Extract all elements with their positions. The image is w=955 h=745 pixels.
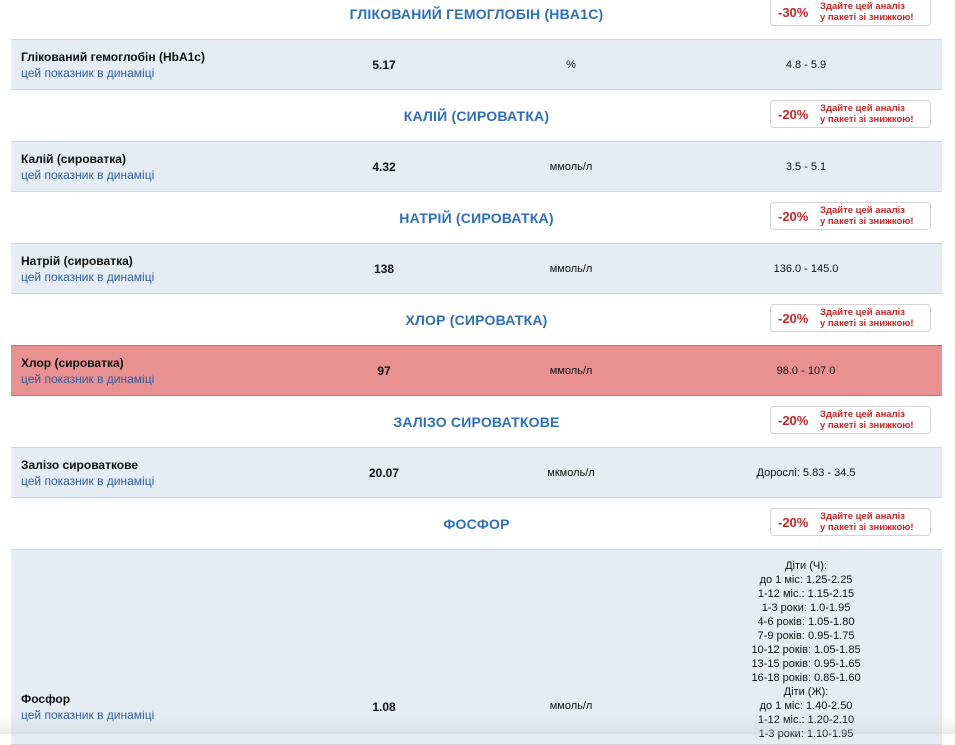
section-header-hba1c: ГЛІКОВАНИЙ ГЕМОГЛОБІН (HBA1C) -30% Здайт… xyxy=(11,0,942,39)
result-row-hba1c: Глікований гемоглобін (HbA1c) цей показн… xyxy=(11,39,942,90)
discount-text-line2: у пакеті зі знижкою! xyxy=(820,522,914,533)
result-unit: % xyxy=(566,58,576,71)
discount-percent: -20% xyxy=(778,208,809,224)
dynamics-link[interactable]: цей показник в динаміці xyxy=(21,371,154,387)
discount-text-line2: у пакеті зі знижкою! xyxy=(820,318,914,329)
result-row-iron: Залізо сироваткове цей показник в динамі… xyxy=(11,447,942,498)
discount-percent: -30% xyxy=(778,4,809,20)
reference-range: 136.0 - 145.0 xyxy=(773,262,839,275)
discount-text-line1: Здайте цей аналіз xyxy=(820,307,905,318)
reference-line: 1-12 міс.: 1.20-2.10 xyxy=(757,714,855,726)
reference-line: до 1 міс: 1.25-2.25 xyxy=(759,574,853,586)
result-row-phosphorus: Фосфор цей показник в динаміці 1.08 ммол… xyxy=(11,549,942,745)
result-unit: ммоль/л xyxy=(549,160,593,173)
section-header-potassium: КАЛІЙ (СИРОВАТКА) -20% Здайте цей аналіз… xyxy=(11,90,942,141)
section-header-phosphorus: ФОСФОР -20% Здайте цей аналіз у пакеті зі… xyxy=(11,498,942,549)
test-name-block: Залізо сироваткове цей показник в динамі… xyxy=(21,457,154,489)
discount-text-line2: у пакеті зі знижкою! xyxy=(820,420,914,431)
package-discount-badge[interactable]: -30% Здайте цей аналіз у пакеті зі знижко… xyxy=(770,0,931,26)
reference-range: 4.8 - 5.9 xyxy=(785,58,827,71)
discount-text: Здайте цей аналіз у пакеті зі знижкою! xyxy=(820,511,914,533)
section-header-iron: ЗАЛІЗО СИРОВАТКОВЕ -20% Здайте цей аналі… xyxy=(11,396,942,447)
discount-percent: -20% xyxy=(778,106,809,122)
reference-line: 1-3 роки: 1.0-1.95 xyxy=(761,602,851,614)
reference-line: Діти (Ж): xyxy=(783,686,829,698)
reference-line: 16-18 років: 0.85-1.60 xyxy=(751,672,861,684)
discount-text-line1: Здайте цей аналіз xyxy=(820,511,905,522)
reference-range-list: Діти (Ч): до 1 міс: 1.25-2.25 1-12 міс.:… xyxy=(731,559,881,741)
reference-line: Діти (Ч): xyxy=(785,560,827,572)
reference-line: 1-3 роки: 1.10-1.95 xyxy=(758,728,854,740)
dynamics-link[interactable]: цей показник в динаміці xyxy=(21,65,205,81)
result-value: 20.07 xyxy=(368,465,400,480)
result-row-potassium: Калій (сироватка) цей показник в динаміц… xyxy=(11,141,942,192)
test-name-block: Глікований гемоглобін (HbA1c) цей показн… xyxy=(21,49,205,81)
result-value: 5.17 xyxy=(372,57,396,72)
package-discount-badge[interactable]: -20% Здайте цей аналіз у пакеті зі знижко… xyxy=(770,100,931,128)
discount-percent: -20% xyxy=(778,412,809,428)
test-name: Хлор (сироватка) xyxy=(21,356,124,370)
discount-text-line1: Здайте цей аналіз xyxy=(820,1,905,12)
test-name: Залізо сироваткове xyxy=(21,458,139,472)
dynamics-link[interactable]: цей показник в динаміці xyxy=(21,269,154,285)
test-name: Фосфор xyxy=(21,692,71,706)
package-discount-badge[interactable]: -20% Здайте цей аналіз у пакеті зі знижко… xyxy=(770,508,931,536)
result-unit: ммоль/л xyxy=(549,262,593,275)
reference-line: до 1 міс: 1.40-2.50 xyxy=(759,700,853,712)
reference-range: 98.0 - 107.0 xyxy=(776,364,836,377)
reference-range: 3.5 - 5.1 xyxy=(785,160,827,173)
result-value: 138 xyxy=(373,261,395,276)
result-unit: ммоль/л xyxy=(549,700,593,712)
discount-text-line1: Здайте цей аналіз xyxy=(820,205,905,216)
reference-line: 10-12 років: 1.05-1.85 xyxy=(751,644,861,656)
dynamics-link[interactable]: цей показник в динаміці xyxy=(21,167,154,183)
package-discount-badge[interactable]: -20% Здайте цей аналіз у пакеті зі знижко… xyxy=(770,406,931,434)
section-header-sodium: НАТРІЙ (СИРОВАТКА) -20% Здайте цей аналі… xyxy=(11,192,942,243)
reference-line: 7-9 років: 0.95-1.75 xyxy=(757,630,855,642)
discount-percent: -20% xyxy=(778,310,809,326)
result-unit: ммоль/л xyxy=(549,364,593,377)
test-name-block: Натрій (сироватка) цей показник в динамі… xyxy=(21,253,154,285)
section-header-chloride: ХЛОР (СИРОВАТКА) -20% Здайте цей аналіз у… xyxy=(11,294,942,345)
discount-text: Здайте цей аналіз у пакеті зі знижкою! xyxy=(820,103,914,125)
reference-line: 1-12 міс.: 1.15-2.15 xyxy=(757,588,855,600)
discount-text-line2: у пакеті зі знижкою! xyxy=(820,216,914,227)
discount-text: Здайте цей аналіз у пакеті зі знижкою! xyxy=(820,1,914,23)
reference-range: Дорослі: 5.83 - 34.5 xyxy=(756,466,856,479)
result-value: 97 xyxy=(377,363,391,378)
test-name-block: Хлор (сироватка) цей показник в динаміці xyxy=(21,355,154,387)
test-name: Натрій (сироватка) xyxy=(21,254,133,268)
discount-text-line2: у пакеті зі знижкою! xyxy=(820,114,914,125)
package-discount-badge[interactable]: -20% Здайте цей аналіз у пакеті зі знижко… xyxy=(770,202,931,230)
test-name: Калій (сироватка) xyxy=(21,152,126,166)
dynamics-link[interactable]: цей показник в динаміці xyxy=(21,707,154,723)
results-table: ГЛІКОВАНИЙ ГЕМОГЛОБІН (HBA1C) -30% Здайт… xyxy=(11,0,942,745)
discount-text-line1: Здайте цей аналіз xyxy=(820,409,905,420)
result-row-chloride: Хлор (сироватка) цей показник в динаміці… xyxy=(11,345,942,396)
discount-text: Здайте цей аналіз у пакеті зі знижкою! xyxy=(820,307,914,329)
test-name: Глікований гемоглобін (HbA1c) xyxy=(21,50,205,64)
discount-text-line1: Здайте цей аналіз xyxy=(820,103,905,114)
result-row-sodium: Натрій (сироватка) цей показник в динамі… xyxy=(11,243,942,294)
result-value: 4.32 xyxy=(372,159,396,174)
test-name-block: Калій (сироватка) цей показник в динаміц… xyxy=(21,151,154,183)
discount-text: Здайте цей аналіз у пакеті зі знижкою! xyxy=(820,409,914,431)
result-value: 1.08 xyxy=(372,700,396,714)
result-unit: мкмоль/л xyxy=(547,466,595,479)
dynamics-link[interactable]: цей показник в динаміці xyxy=(21,473,154,489)
reference-line: 13-15 років: 0.95-1.65 xyxy=(751,658,861,670)
test-name-block: Фосфор цей показник в динаміці xyxy=(21,691,154,723)
discount-text-line2: у пакеті зі знижкою! xyxy=(820,12,914,23)
reference-line: 4-6 років: 1.05-1.80 xyxy=(757,616,855,628)
discount-text: Здайте цей аналіз у пакеті зі знижкою! xyxy=(820,205,914,227)
discount-percent: -20% xyxy=(778,514,809,530)
package-discount-badge[interactable]: -20% Здайте цей аналіз у пакеті зі знижко… xyxy=(770,304,931,332)
